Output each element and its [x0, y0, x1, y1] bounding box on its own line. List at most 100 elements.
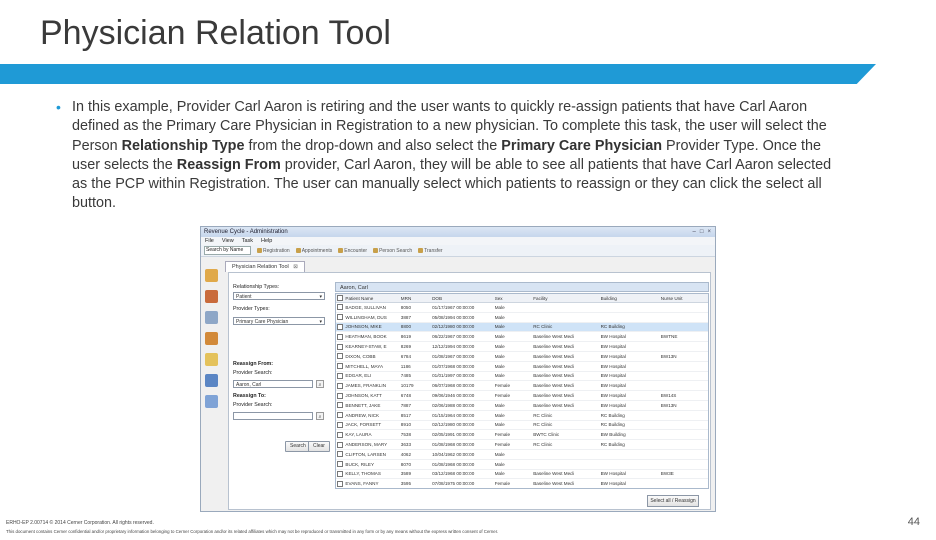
grid-column-header[interactable]: Sex: [493, 294, 533, 303]
relationship-type-select[interactable]: Patient: [233, 292, 325, 301]
table-row[interactable]: KAY, LAURA 7538 02/05/1991 00:00:00 Female B…: [336, 429, 708, 441]
row-checkbox[interactable]: [337, 480, 343, 487]
row-checkbox[interactable]: [337, 451, 343, 458]
minimize-icon[interactable]: –: [693, 229, 696, 235]
table-row[interactable]: KEARNEY-STAW, E 8269 12/12/1994 00:00:00 Ma…: [336, 341, 708, 352]
row-checkbox-cell[interactable]: [336, 341, 345, 352]
row-checkbox-cell[interactable]: [336, 302, 345, 313]
search-by-select[interactable]: Search by Name: [204, 246, 251, 255]
row-checkbox[interactable]: [337, 470, 343, 477]
menu-task[interactable]: Task: [242, 238, 253, 244]
row-checkbox-cell[interactable]: [336, 410, 345, 421]
row-checkbox-cell[interactable]: [336, 390, 345, 401]
row-checkbox-cell[interactable]: [336, 449, 345, 460]
row-checkbox[interactable]: [337, 382, 343, 389]
row-checkbox-cell[interactable]: [336, 312, 345, 323]
table-row[interactable]: BADGE, SULLIVAN 8050 01/17/1967 00:00:00 Ma…: [336, 302, 708, 313]
provider-search-label: Provider Search:: [233, 370, 273, 376]
select-all-reassign-button[interactable]: Select all / Reassign: [647, 495, 699, 507]
person-search-button[interactable]: Person Search: [373, 248, 412, 254]
clear-button[interactable]: Clear: [308, 441, 330, 452]
row-checkbox-cell[interactable]: [336, 380, 345, 392]
row-checkbox[interactable]: [337, 363, 343, 370]
package-icon[interactable]: [205, 353, 218, 366]
table-row[interactable]: EVANS, FANNY 3595 07/08/1975 00:00:00 Femal…: [336, 478, 708, 488]
table-row[interactable]: BUCK, RILEY 8070 01/08/1968 00:00:00 Male: [336, 459, 708, 470]
table-row[interactable]: DIXON, COBB 6784 01/08/1967 00:00:00 Male Ba…: [336, 351, 708, 362]
tab-close-icon[interactable]: ⊠: [293, 264, 298, 270]
row-checkbox[interactable]: [337, 304, 343, 311]
person-icon[interactable]: [205, 269, 218, 282]
row-checkbox[interactable]: [337, 441, 343, 448]
row-checkbox[interactable]: [337, 343, 343, 350]
row-checkbox-cell[interactable]: [336, 459, 345, 470]
search-icon[interactable]: ⌕: [316, 380, 324, 388]
row-checkbox-cell[interactable]: [336, 371, 345, 382]
appointments-button[interactable]: Appointments: [295, 248, 332, 254]
registration-button[interactable]: Registration: [257, 248, 290, 254]
row-checkbox[interactable]: [337, 412, 343, 419]
table-row[interactable]: HEATHMAN, BOOK 8619 06/22/1967 00:00:00 Mal…: [336, 331, 708, 343]
row-checkbox-cell[interactable]: [336, 478, 345, 488]
table-row[interactable]: JOHNSON, KATT 6748 09/06/1946 00:00:00 Fema…: [336, 390, 708, 401]
row-checkbox[interactable]: [337, 333, 343, 340]
maximize-icon[interactable]: □: [700, 229, 704, 235]
grid-column-header[interactable]: Nurse Unit: [659, 294, 708, 303]
menu-file[interactable]: File: [205, 238, 214, 244]
search-icon-2[interactable]: ⌕: [316, 412, 324, 420]
table-row[interactable]: ANDREW, NICK 8517 01/15/1964 00:00:00 Male R…: [336, 410, 708, 421]
table-row[interactable]: WILLINGHAM, DUS 3887 05/08/1994 00:00:00 Ma…: [336, 312, 708, 323]
grid-column-header[interactable]: MRN: [399, 294, 432, 303]
grid-column-header[interactable]: Facility: [532, 294, 600, 303]
row-checkbox-cell[interactable]: [336, 351, 345, 362]
grid-column-header[interactable]: DOB: [431, 294, 494, 303]
billing-icon[interactable]: [205, 290, 218, 303]
row-checkbox[interactable]: [337, 461, 343, 468]
row-checkbox[interactable]: [337, 314, 343, 321]
search-button[interactable]: Search: [285, 441, 311, 452]
table-row[interactable]: CLIFTON, LARSEN 4062 10/04/1962 00:00:00 Ma…: [336, 449, 708, 460]
row-checkbox-cell[interactable]: [336, 469, 345, 480]
row-checkbox-cell[interactable]: [336, 322, 345, 333]
document-icon[interactable]: [205, 311, 218, 324]
table-row[interactable]: EDGAR, ELI 7485 01/01/1997 00:00:00 Male Bas…: [336, 371, 708, 382]
row-checkbox-cell[interactable]: [336, 429, 345, 441]
row-checkbox[interactable]: [337, 421, 343, 428]
encounter-icon: [338, 248, 344, 253]
row-checkbox-cell[interactable]: [336, 420, 345, 431]
table-row[interactable]: KELLY, THOMAS 3589 03/12/1968 00:00:00 Male…: [336, 469, 708, 480]
row-checkbox[interactable]: [337, 392, 343, 399]
encounter-button[interactable]: Encounter: [338, 248, 367, 254]
table-row[interactable]: ANDERSON, MARY 3633 01/08/1968 00:00:00 Fem…: [336, 439, 708, 450]
provider-type-select[interactable]: Primary Care Physician: [233, 317, 325, 326]
close-icon[interactable]: ×: [707, 229, 711, 235]
table-row[interactable]: BENNETT, JAKE 7887 02/06/1988 00:00:00 Male…: [336, 400, 708, 411]
row-checkbox-cell[interactable]: [336, 331, 345, 343]
row-checkbox[interactable]: [337, 353, 343, 360]
row-checkbox[interactable]: [337, 431, 343, 438]
table-row[interactable]: JOHNSON, MIKE 8800 02/12/1980 00:00:00 Male…: [336, 322, 708, 333]
select-all-checkbox[interactable]: [337, 295, 343, 301]
table-row[interactable]: JAMES, FRANKLIN 10179 06/07/1968 00:00:00 F…: [336, 380, 708, 392]
calendar-icon[interactable]: [205, 374, 218, 387]
table-row[interactable]: MITCHELL, MAYA 1186 01/07/1968 00:00:00 Mal…: [336, 361, 708, 372]
row-checkbox-cell[interactable]: [336, 361, 345, 372]
transfer-button[interactable]: Transfer: [418, 248, 443, 254]
row-checkbox[interactable]: [337, 323, 343, 330]
grid-select-column[interactable]: [336, 294, 345, 303]
row-checkbox-cell[interactable]: [336, 439, 345, 450]
row-checkbox-cell[interactable]: [336, 400, 345, 411]
reassign-to-input[interactable]: [233, 412, 313, 420]
tab-physician-relation-tool[interactable]: Physician Relation Tool ⊠: [225, 261, 305, 272]
row-checkbox[interactable]: [337, 372, 343, 379]
row-checkbox[interactable]: [337, 402, 343, 409]
grid-column-header[interactable]: Patient Name: [344, 294, 400, 303]
menu-view[interactable]: View: [222, 238, 234, 244]
clipboard-icon[interactable]: [205, 332, 218, 345]
menu-help[interactable]: Help: [261, 238, 272, 244]
grid-column-header[interactable]: Building: [599, 294, 660, 303]
grid-cell: [659, 420, 708, 431]
grid-icon[interactable]: [205, 395, 218, 408]
reassign-from-input[interactable]: Aaron, Carl: [233, 380, 313, 388]
table-row[interactable]: JACK, FORSETT 8910 02/12/1980 00:00:00 Male…: [336, 420, 708, 431]
